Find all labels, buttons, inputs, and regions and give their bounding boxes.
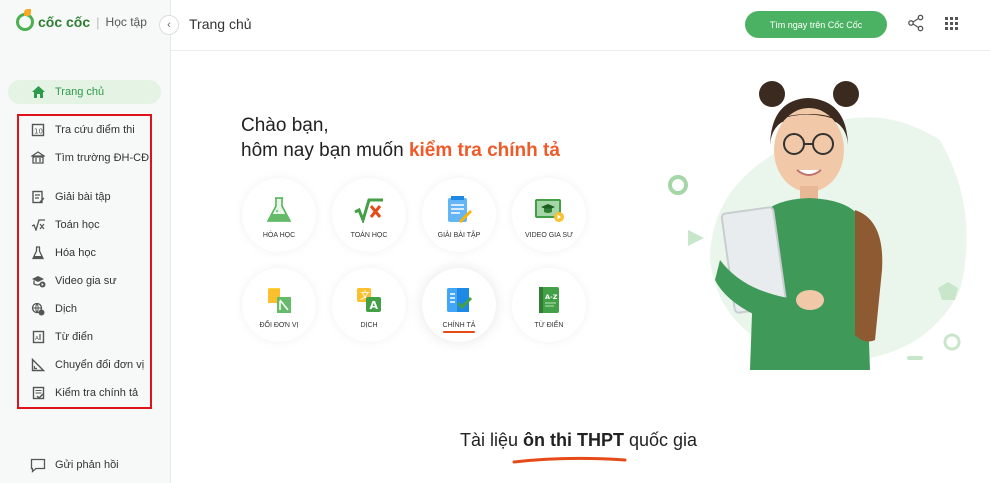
- tile-label: ĐỔI ĐƠN VỊ: [259, 322, 299, 329]
- translate-icon: 文A: [353, 284, 385, 316]
- spell-check-icon: [443, 284, 475, 316]
- annotation-highlight-box: [17, 114, 152, 409]
- tile-label: GIẢI BÀI TẬP: [437, 232, 481, 239]
- tile-label: HÓA HỌC: [262, 232, 296, 239]
- tile-dich[interactable]: 文A DỊCH: [332, 268, 406, 342]
- section-title-prefix: Tài liệu: [460, 430, 524, 450]
- share-icon[interactable]: [907, 14, 925, 32]
- section-title-bold: ôn thi THPT: [523, 430, 625, 450]
- sqrt-icon: [353, 194, 385, 226]
- collapse-sidebar-button[interactable]: ‹: [159, 15, 179, 35]
- svg-text:A-Z: A-Z: [545, 293, 558, 301]
- unit-convert-icon: [263, 284, 295, 316]
- home-icon: [30, 84, 46, 100]
- coccoc-logo-icon: [16, 9, 34, 31]
- search-coccoc-button[interactable]: Tìm ngay trên Cốc Cốc: [745, 11, 887, 38]
- sidebar-item-label: Trang chủ: [55, 86, 105, 98]
- tile-label: TOÁN HỌC: [350, 232, 388, 239]
- tile-video-gia-su[interactable]: VIDEO GIA SƯ: [512, 178, 586, 252]
- dictionary-icon: A-Z: [533, 284, 565, 316]
- tile-label: DỊCH: [360, 322, 378, 329]
- top-header: Trang chủ Tìm ngay trên Cốc Cốc: [171, 0, 990, 51]
- sidebar-item-label: Gửi phản hồi: [55, 459, 119, 471]
- flask-icon: [263, 194, 295, 226]
- greeting-prefix: hôm nay bạn muốn: [241, 140, 409, 161]
- brand-name: cốc cốc: [38, 14, 91, 30]
- tile-label: TỪ ĐIỂN: [534, 322, 564, 329]
- greeting-line-1: Chào bạn,: [241, 115, 329, 136]
- coccoc-logo[interactable]: cốc cốc | Học tập: [16, 9, 147, 31]
- title-underline-decoration: [512, 456, 627, 464]
- chevron-left-icon: ‹: [167, 19, 171, 31]
- student-illustration: [668, 81, 967, 370]
- homework-icon: [443, 194, 475, 226]
- feedback-icon: [30, 457, 46, 473]
- tile-label: CHÍNH TẢ: [443, 322, 476, 333]
- greeting-highlight: kiểm tra chính tả: [408, 140, 560, 161]
- brand-sub: Học tập: [105, 15, 147, 29]
- tile-giai-bai-tap[interactable]: GIẢI BÀI TẬP: [422, 178, 496, 252]
- greeting: Chào bạn, hôm nay bạn muốn kiểm tra chín…: [241, 113, 560, 163]
- section-title-suffix: quốc gia: [624, 430, 698, 450]
- greeting-line-2: hôm nay bạn muốn kiểm tra chính tả: [241, 138, 560, 163]
- tile-doi-don-vi[interactable]: ĐỔI ĐƠN VỊ: [242, 268, 316, 342]
- tile-hoa-hoc[interactable]: HÓA HỌC: [242, 178, 316, 252]
- section-title: Tài liệu ôn thi THPT quốc gia: [460, 430, 697, 451]
- video-tutor-icon: [533, 194, 565, 226]
- brand-separator: |: [96, 14, 100, 30]
- sidebar-item-gui-phan-hoi[interactable]: Gửi phản hồi: [8, 453, 161, 477]
- tile-label: VIDEO GIA SƯ: [525, 232, 573, 239]
- tile-chinh-ta[interactable]: CHÍNH TẢ: [422, 268, 496, 342]
- tile-tu-dien[interactable]: A-Z TỪ ĐIỂN: [512, 268, 586, 342]
- tile-toan-hoc[interactable]: TOÁN HỌC: [332, 178, 406, 252]
- page-title: Trang chủ: [189, 16, 252, 32]
- sidebar-item-trang-chu[interactable]: Trang chủ: [8, 80, 161, 104]
- svg-text:A: A: [370, 299, 379, 312]
- apps-grid-icon[interactable]: [945, 17, 958, 30]
